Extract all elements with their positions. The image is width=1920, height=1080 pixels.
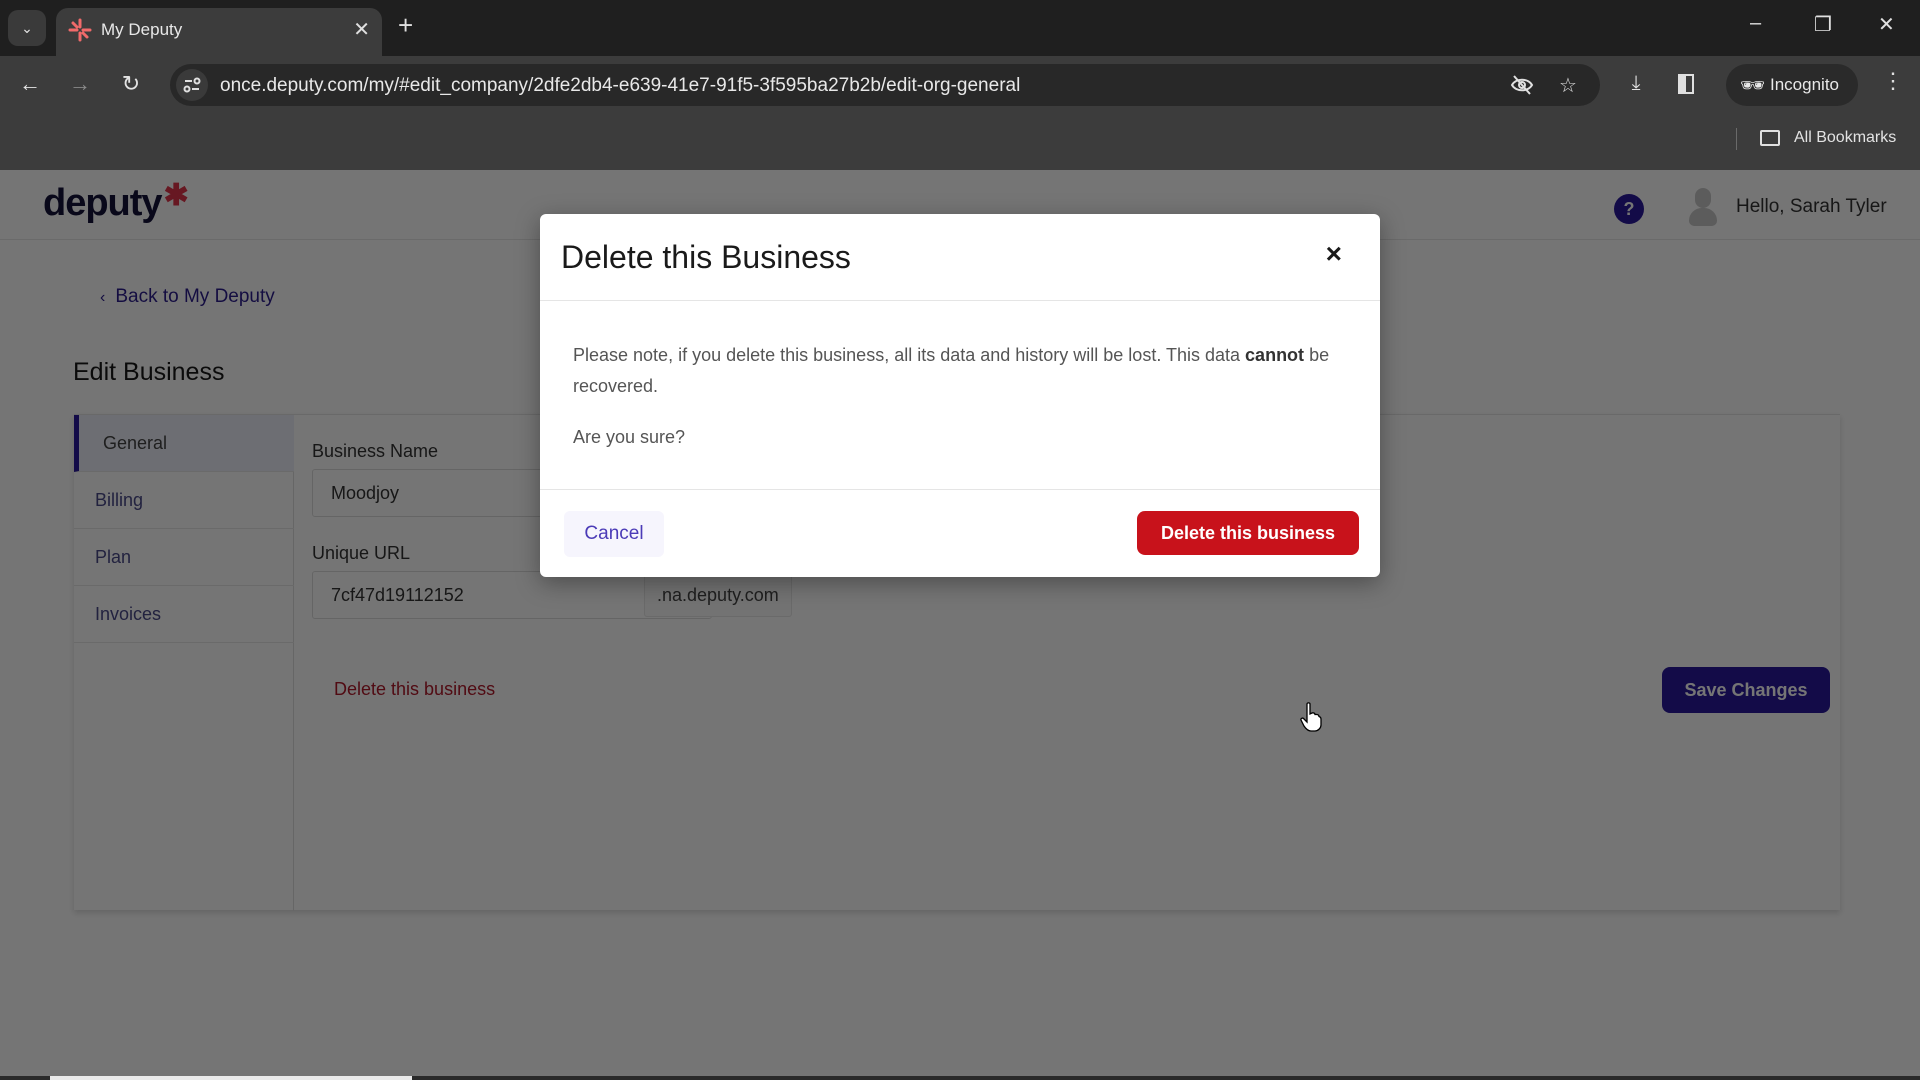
bookmarks-bar: All Bookmarks bbox=[0, 112, 1920, 170]
new-tab-icon[interactable]: + bbox=[398, 12, 413, 38]
browser-tab[interactable]: My Deputy ✕ bbox=[56, 8, 382, 56]
modal-title: Delete this Business bbox=[561, 239, 851, 275]
minimize-icon[interactable]: – bbox=[1750, 12, 1761, 35]
eye-off-icon[interactable] bbox=[1510, 73, 1534, 97]
bookmark-star-icon[interactable]: ☆ bbox=[1556, 73, 1580, 97]
tab-title: My Deputy bbox=[101, 20, 183, 39]
incognito-label: Incognito bbox=[1770, 75, 1839, 94]
side-panel-icon[interactable] bbox=[1678, 74, 1694, 94]
all-bookmarks-button[interactable]: All Bookmarks bbox=[1794, 129, 1896, 147]
close-icon[interactable]: × bbox=[1326, 238, 1342, 270]
deputy-favicon-icon bbox=[68, 18, 92, 42]
delete-business-modal: Delete this Business × Please note, if y… bbox=[540, 214, 1380, 577]
folder-icon bbox=[1760, 130, 1780, 146]
modal-header: Delete this Business × bbox=[540, 214, 1380, 301]
taskbar-strip bbox=[0, 1076, 1920, 1080]
close-tab-icon[interactable]: ✕ bbox=[353, 17, 370, 42]
incognito-icon: 🕶 bbox=[1740, 75, 1766, 97]
modal-question: Are you sure? bbox=[573, 427, 686, 447]
modal-warning-text: Please note, if you delete this business… bbox=[573, 345, 1330, 396]
url-text[interactable]: once.deputy.com/my/#edit_company/2dfe2db… bbox=[220, 75, 1020, 97]
download-icon[interactable]: ⤓ bbox=[1624, 72, 1648, 96]
forward-arrow-icon[interactable]: → bbox=[64, 68, 96, 100]
browser-toolbar: ← → ↻ once.deputy.com/my/#edit_company/2… bbox=[0, 56, 1920, 112]
address-bar[interactable]: once.deputy.com/my/#edit_company/2dfe2db… bbox=[170, 64, 1600, 106]
close-window-icon[interactable]: ✕ bbox=[1878, 12, 1895, 37]
bookmarks-separator bbox=[1736, 128, 1737, 150]
back-arrow-icon[interactable]: ← bbox=[14, 68, 46, 100]
reload-icon[interactable]: ↻ bbox=[115, 68, 147, 100]
confirm-delete-button[interactable]: Delete this business bbox=[1137, 511, 1359, 555]
hand-cursor-icon bbox=[1300, 702, 1322, 732]
modal-body: Please note, if you delete this business… bbox=[540, 302, 1380, 490]
emphasis-cannot: cannot bbox=[1245, 345, 1305, 365]
restore-icon[interactable]: ❐ bbox=[1814, 12, 1832, 37]
browser-tab-bar: ⌄ My Deputy ✕ + – ❐ ✕ bbox=[0, 0, 1920, 56]
site-info-icon[interactable] bbox=[176, 69, 208, 101]
page-content: deputy✱ ? Hello, Sarah Tyler ‹Back to My… bbox=[0, 170, 1920, 1080]
incognito-indicator[interactable]: 🕶 Incognito bbox=[1726, 64, 1858, 106]
chevron-down-icon: ⌄ bbox=[21, 19, 33, 36]
browser-menu-icon[interactable]: ⋮ bbox=[1882, 68, 1904, 94]
cancel-button[interactable]: Cancel bbox=[564, 511, 664, 557]
tab-search-button[interactable]: ⌄ bbox=[8, 10, 46, 46]
